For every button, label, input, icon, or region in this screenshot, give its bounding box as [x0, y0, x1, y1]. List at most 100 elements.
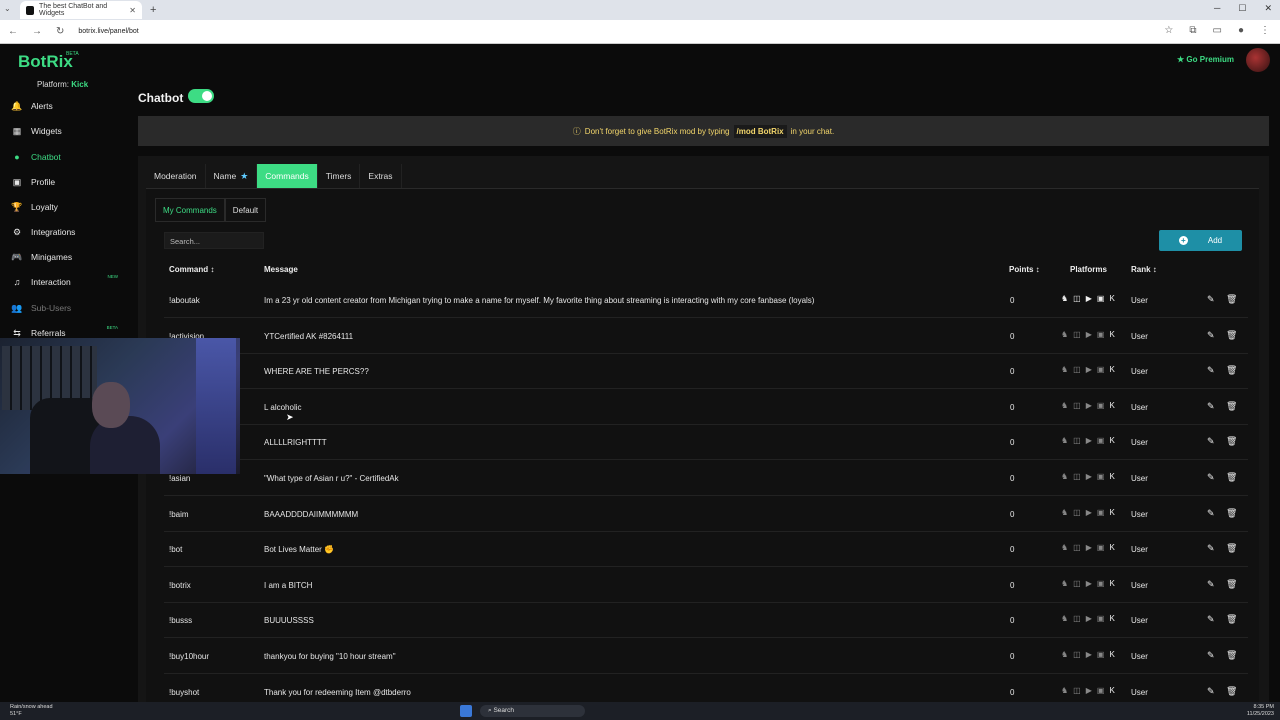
col-rank[interactable]: Rank ↕: [1131, 265, 1157, 274]
trash-icon[interactable]: 🗑: [1226, 330, 1237, 341]
menu-icon[interactable]: ⋮: [1260, 25, 1270, 36]
extensions-icon[interactable]: ⧉: [1189, 25, 1196, 36]
youtube-icon[interactable]: ▶: [1086, 614, 1092, 623]
trovo-icon[interactable]: ▣: [1097, 686, 1105, 695]
kick-icon[interactable]: K: [1109, 686, 1114, 695]
kick-icon[interactable]: K: [1109, 579, 1114, 588]
col-points[interactable]: Points ↕: [1009, 265, 1040, 274]
trovo-icon[interactable]: ▣: [1097, 330, 1105, 339]
twitch-icon[interactable]: ◫: [1073, 614, 1081, 623]
trash-icon[interactable]: 🗑: [1226, 472, 1237, 483]
youtube-icon[interactable]: ▶: [1086, 330, 1092, 339]
close-tab-icon[interactable]: ✕: [129, 6, 136, 15]
edit-icon[interactable]: ✎: [1207, 472, 1215, 483]
start-icon[interactable]: [460, 705, 472, 717]
forward-icon[interactable]: →: [32, 26, 42, 37]
tab-moderation[interactable]: Moderation: [146, 164, 206, 188]
twitch-icon[interactable]: ◫: [1073, 294, 1081, 303]
trovo-icon[interactable]: ▣: [1097, 472, 1105, 481]
edit-icon[interactable]: ✎: [1207, 686, 1215, 697]
subtab-my-commands[interactable]: My Commands: [155, 198, 225, 222]
tab-timers[interactable]: Timers: [317, 164, 361, 188]
kick-icon[interactable]: K: [1109, 472, 1114, 481]
kick-bot-icon[interactable]: ♞: [1061, 543, 1068, 552]
edit-icon[interactable]: ✎: [1207, 579, 1215, 590]
kick-bot-icon[interactable]: ♞: [1061, 401, 1068, 410]
tab-extras[interactable]: Extras: [360, 164, 402, 188]
trash-icon[interactable]: 🗑: [1226, 365, 1237, 376]
kick-icon[interactable]: K: [1109, 365, 1114, 374]
subtab-default[interactable]: Default: [224, 198, 267, 222]
edit-icon[interactable]: ✎: [1207, 294, 1215, 305]
close-window-icon[interactable]: ✕: [1264, 3, 1272, 14]
col-command[interactable]: Command ↕: [169, 265, 214, 274]
browser-tab[interactable]: The best ChatBot and Widgets ✕: [20, 1, 142, 19]
youtube-icon[interactable]: ▶: [1086, 365, 1092, 374]
maximize-icon[interactable]: ☐: [1238, 3, 1246, 14]
bookmark-star-icon[interactable]: ☆: [1164, 25, 1173, 36]
trovo-icon[interactable]: ▣: [1097, 614, 1105, 623]
kick-bot-icon[interactable]: ♞: [1061, 614, 1068, 623]
kick-bot-icon[interactable]: ♞: [1061, 330, 1068, 339]
avatar[interactable]: [1246, 48, 1270, 72]
kick-icon[interactable]: K: [1109, 508, 1114, 517]
tab-commands[interactable]: Commands: [257, 164, 318, 188]
youtube-icon[interactable]: ▶: [1086, 650, 1092, 659]
trovo-icon[interactable]: ▣: [1097, 401, 1105, 410]
kick-bot-icon[interactable]: ♞: [1061, 579, 1068, 588]
sidepanel-icon[interactable]: ▭: [1213, 25, 1222, 36]
trovo-icon[interactable]: ▣: [1097, 294, 1105, 303]
kick-icon[interactable]: K: [1109, 401, 1114, 410]
edit-icon[interactable]: ✎: [1207, 436, 1215, 447]
twitch-icon[interactable]: ◫: [1073, 508, 1081, 517]
sidebar-item-alerts[interactable]: 🔔 Alerts: [0, 96, 130, 116]
trash-icon[interactable]: 🗑: [1226, 650, 1237, 661]
youtube-icon[interactable]: ▶: [1086, 579, 1092, 588]
youtube-icon[interactable]: ▶: [1086, 472, 1092, 481]
youtube-icon[interactable]: ▶: [1086, 436, 1092, 445]
weather-widget[interactable]: Rain/snow ahead 51°F: [10, 704, 53, 718]
edit-icon[interactable]: ✎: [1207, 614, 1215, 625]
sidebar-item-profile[interactable]: ▣ Profile: [0, 172, 130, 192]
tab-name[interactable]: Name ★: [205, 164, 258, 188]
reload-icon[interactable]: ↻: [56, 26, 64, 37]
profile-icon[interactable]: ●: [1238, 25, 1244, 36]
add-command-button[interactable]: + Add: [1159, 230, 1242, 251]
kick-bot-icon[interactable]: ♞: [1061, 650, 1068, 659]
trash-icon[interactable]: 🗑: [1226, 401, 1237, 412]
trash-icon[interactable]: 🗑: [1226, 508, 1237, 519]
botrix-logo[interactable]: BotRix: [18, 52, 73, 72]
new-tab-icon[interactable]: +: [150, 4, 156, 16]
youtube-icon[interactable]: ▶: [1086, 508, 1092, 517]
tab-list-chevron-icon[interactable]: ⌄: [4, 4, 11, 13]
trovo-icon[interactable]: ▣: [1097, 508, 1105, 517]
edit-icon[interactable]: ✎: [1207, 401, 1215, 412]
back-icon[interactable]: ←: [8, 26, 18, 37]
kick-icon[interactable]: K: [1109, 294, 1114, 303]
kick-icon[interactable]: K: [1109, 614, 1114, 623]
youtube-icon[interactable]: ▶: [1086, 686, 1092, 695]
sidebar-item-widgets[interactable]: ▦ Widgets: [0, 121, 130, 141]
trash-icon[interactable]: 🗑: [1226, 294, 1237, 305]
chatbot-toggle[interactable]: [188, 89, 214, 103]
kick-icon[interactable]: K: [1109, 330, 1114, 339]
sidebar-item-interaction[interactable]: ♫ Interaction NEW: [0, 272, 130, 292]
youtube-icon[interactable]: ▶: [1086, 401, 1092, 410]
edit-icon[interactable]: ✎: [1207, 508, 1215, 519]
trash-icon[interactable]: 🗑: [1226, 614, 1237, 625]
kick-bot-icon[interactable]: ♞: [1061, 508, 1068, 517]
kick-bot-icon[interactable]: ♞: [1061, 365, 1068, 374]
edit-icon[interactable]: ✎: [1207, 330, 1215, 341]
twitch-icon[interactable]: ◫: [1073, 543, 1081, 552]
twitch-icon[interactable]: ◫: [1073, 401, 1081, 410]
kick-bot-icon[interactable]: ♞: [1061, 436, 1068, 445]
twitch-icon[interactable]: ◫: [1073, 472, 1081, 481]
twitch-icon[interactable]: ◫: [1073, 650, 1081, 659]
trash-icon[interactable]: 🗑: [1226, 686, 1237, 697]
trovo-icon[interactable]: ▣: [1097, 579, 1105, 588]
twitch-icon[interactable]: ◫: [1073, 579, 1081, 588]
sidebar-item-minigames[interactable]: 🎮 Minigames: [0, 247, 130, 267]
kick-icon[interactable]: K: [1109, 543, 1114, 552]
minimize-icon[interactable]: ─: [1214, 3, 1220, 14]
sidebar-item-integrations[interactable]: ⚙ Integrations: [0, 222, 130, 242]
